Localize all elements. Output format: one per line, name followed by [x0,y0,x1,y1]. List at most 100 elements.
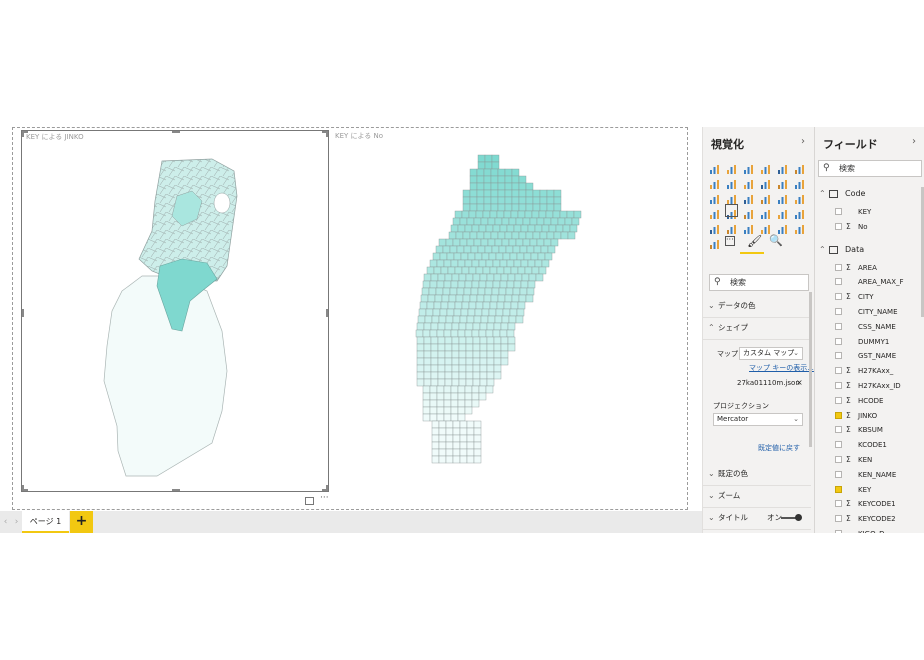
table-data[interactable]: ⌃ Data [815,243,924,257]
stacked-column-icon[interactable] [726,160,737,174]
map-icon[interactable] [794,190,805,204]
field-kbsum[interactable]: Σ KBSUM [815,423,924,437]
format-search-input[interactable]: ⚲ 検索 [709,274,809,291]
filled-map-icon[interactable] [709,205,720,219]
projection-dropdown[interactable]: Mercator ⌄ [713,413,803,426]
pie-icon[interactable] [743,190,754,204]
field-checkbox[interactable] [835,530,842,533]
stacked-area-icon[interactable] [743,175,754,189]
multirow-card-icon[interactable] [794,205,805,219]
globe-icon[interactable] [709,235,720,249]
fields-tab-icon[interactable] [725,236,735,246]
section-title[interactable]: ⌄ タイトル オン [703,507,811,530]
tab-page-1[interactable]: ページ 1 [22,511,69,533]
field-checkbox[interactable] [835,485,842,493]
field-kigo-d[interactable]: KIGO_D [815,527,924,533]
field-city-name[interactable]: CITY_NAME [815,305,924,319]
line-icon[interactable] [709,175,720,189]
next-page-icon[interactable]: › [11,511,22,533]
funnel-icon[interactable] [743,205,754,219]
field-checkbox[interactable] [835,208,842,215]
field-checkbox[interactable] [835,426,842,434]
viz-pane-scrollbar[interactable] [809,292,812,447]
line-clustered-icon[interactable] [777,175,788,189]
field-checkbox[interactable] [835,322,842,330]
gauge-icon[interactable] [760,205,771,219]
field-checkbox[interactable] [835,382,842,389]
field-css-name[interactable]: CSS_NAME [815,320,924,334]
field-area-max-f[interactable]: AREA_MAX_F [815,275,924,289]
map-dropdown[interactable]: カスタム マップ ⌄ [739,347,803,360]
shape-map-visual-jinko[interactable]: KEY による JINKO ··· [21,130,329,505]
field-ken-name[interactable]: KEN_NAME [815,468,924,482]
field-checkbox[interactable] [835,337,842,345]
field-jinko[interactable]: Σ JINKO [815,409,924,423]
100-bar-icon[interactable] [777,160,788,174]
field-checkbox[interactable] [835,367,842,375]
collapse-viz-pane-icon[interactable]: › [801,136,805,147]
field-checkbox[interactable] [835,293,842,301]
shape-map-icon[interactable] [725,204,738,219]
field-checkbox[interactable] [835,441,842,449]
python-visual-icon[interactable] [794,220,805,234]
field-gst-name[interactable]: GST_NAME [815,349,924,363]
donut-icon[interactable] [760,190,771,204]
section-data-colors[interactable]: ⌄ データの色 [703,295,811,318]
format-tab-icon[interactable]: 🖌 [747,234,762,248]
field-key[interactable]: KEY [815,483,924,497]
card-icon[interactable] [777,205,788,219]
section-default-colors[interactable]: ⌄ 既定の色 [703,463,811,486]
prev-page-icon[interactable]: ‹ [0,511,11,533]
remove-map-icon[interactable]: × [796,378,803,387]
field-keycode2[interactable]: Σ KEYCODE2 [815,512,924,526]
fields-search-input[interactable]: ⚲ 検索 [818,160,922,177]
more-options-icon[interactable]: ··· [320,493,329,503]
field-hcode[interactable]: Σ HCODE [815,394,924,408]
line-column-icon[interactable] [760,175,771,189]
field-h27kaxx-id[interactable]: Σ H27KAxx_ID [815,379,924,393]
ribbon-icon[interactable] [794,175,805,189]
kpi-icon[interactable] [709,220,720,234]
treemap-icon[interactable] [777,190,788,204]
field-checkbox[interactable] [835,411,842,419]
field-checkbox[interactable] [835,515,842,523]
field-key[interactable]: KEY [815,205,924,219]
add-page-button[interactable]: + [70,511,93,533]
section-shape[interactable]: ⌃ シェイプ [703,317,811,340]
field-city[interactable]: Σ CITY [815,290,924,304]
matrix-icon[interactable] [760,220,771,234]
field-checkbox[interactable] [835,396,842,404]
stacked-bar-icon[interactable] [709,160,720,174]
section-zoom[interactable]: ⌄ ズーム [703,485,811,508]
field-ken[interactable]: Σ KEN [815,453,924,467]
area-icon[interactable] [726,175,737,189]
field-checkbox[interactable] [835,263,842,271]
scatter-icon[interactable] [726,190,737,204]
slicer-icon[interactable] [726,220,737,234]
collapse-fields-pane-icon[interactable]: › [912,136,916,147]
100-column-icon[interactable] [794,160,805,174]
field-checkbox[interactable] [835,308,842,315]
field-kcode1[interactable]: KCODE1 [815,438,924,452]
field-dummy1[interactable]: DUMMY1 [815,335,924,349]
field-h27kaxx-[interactable]: Σ H27KAxx_ [815,364,924,378]
field-checkbox[interactable] [835,222,842,230]
field-keycode1[interactable]: Σ KEYCODE1 [815,497,924,511]
reset-default-link[interactable]: 既定値に戻す [758,443,800,453]
table-icon[interactable] [743,220,754,234]
field-checkbox[interactable] [835,470,842,478]
clustered-column-icon[interactable] [760,160,771,174]
waterfall-icon[interactable] [709,190,720,204]
shape-map-visual-no[interactable]: KEY による No [335,130,675,492]
r-visual-icon[interactable] [777,220,788,234]
analytics-tab-icon[interactable]: 🔍 [769,234,783,247]
field-checkbox[interactable] [835,278,842,286]
field-no[interactable]: Σ No [815,220,924,234]
field-checkbox[interactable] [835,500,842,508]
field-checkbox[interactable] [835,352,842,360]
field-checkbox[interactable] [835,456,842,463]
focus-mode-icon[interactable] [305,497,314,505]
clustered-bar-icon[interactable] [743,160,754,174]
map-keys-link[interactable]: マップ キーの表示... [749,363,814,373]
table-code[interactable]: ⌃ Code [815,187,924,201]
